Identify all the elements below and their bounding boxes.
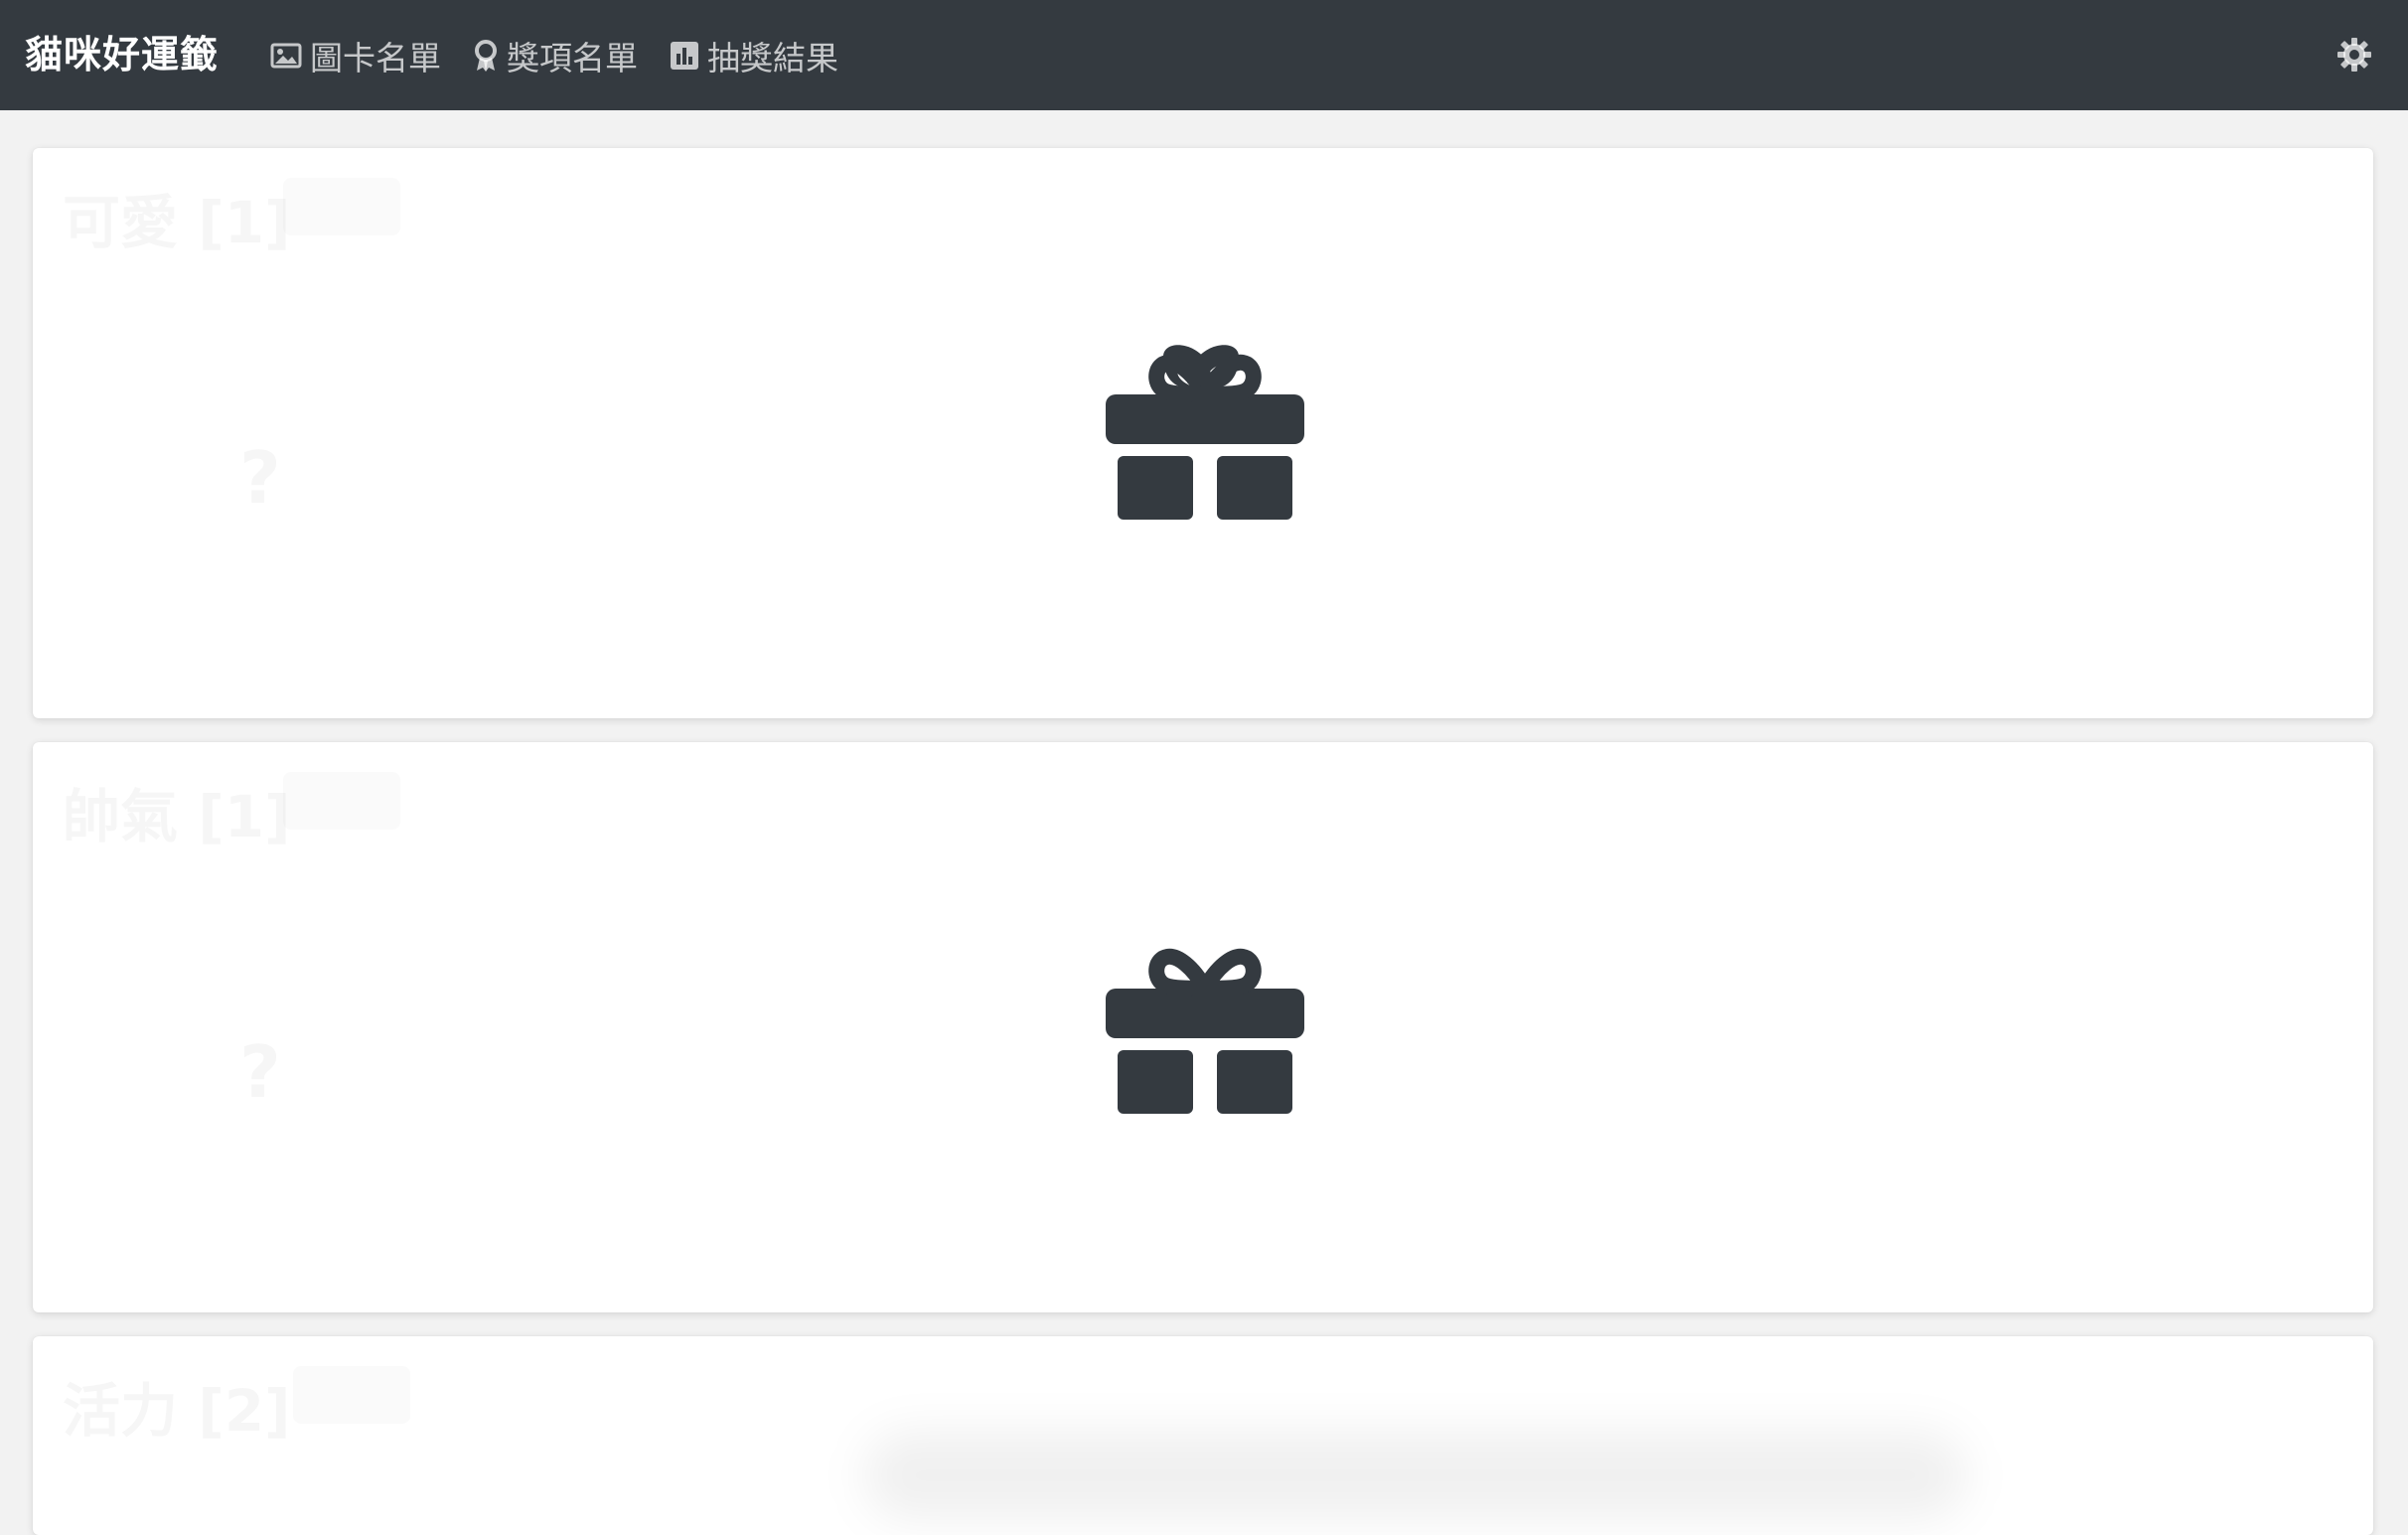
nav-link-draw-results[interactable]: 抽獎結果 (670, 32, 838, 79)
prize-title: 可愛 [1] (63, 176, 291, 259)
prize-badge (283, 178, 400, 235)
prize-title: 帥氣 [1] (63, 770, 291, 853)
gear-icon (2337, 38, 2371, 72)
award-icon (475, 39, 497, 72)
top-navbar: 貓咪好運籤 圖卡名單 獎項名單 抽獎結果 (0, 0, 2408, 110)
nav-link-prize-list[interactable]: 獎項名單 (473, 32, 638, 79)
image-icon (270, 43, 302, 68)
nav-link-card-list[interactable]: 圖卡名單 (270, 32, 441, 79)
app-brand[interactable]: 貓咪好運籤 (25, 0, 219, 110)
loading-shadow (864, 1431, 1967, 1520)
prize-card: 帥氣 [1] ? (33, 742, 2373, 1312)
nav-links: 圖卡名單 獎項名單 抽獎結果 (270, 0, 870, 110)
prize-badge (283, 772, 400, 830)
card-placeholder: ? (239, 436, 281, 520)
nav-link-label: 圖卡名單 (310, 38, 441, 77)
card-placeholder: ? (239, 1030, 281, 1114)
prize-title: 活力 [2] (63, 1364, 291, 1448)
nav-link-label: 抽獎結果 (707, 38, 838, 77)
gift-icon[interactable] (1104, 937, 1306, 1116)
prize-card: 可愛 [1] ? (33, 148, 2373, 718)
chart-icon (671, 41, 698, 70)
prize-badge (293, 1366, 410, 1424)
settings-button[interactable] (2336, 37, 2372, 73)
nav-link-label: 獎項名單 (507, 38, 638, 77)
gift-icon[interactable] (1104, 343, 1306, 522)
